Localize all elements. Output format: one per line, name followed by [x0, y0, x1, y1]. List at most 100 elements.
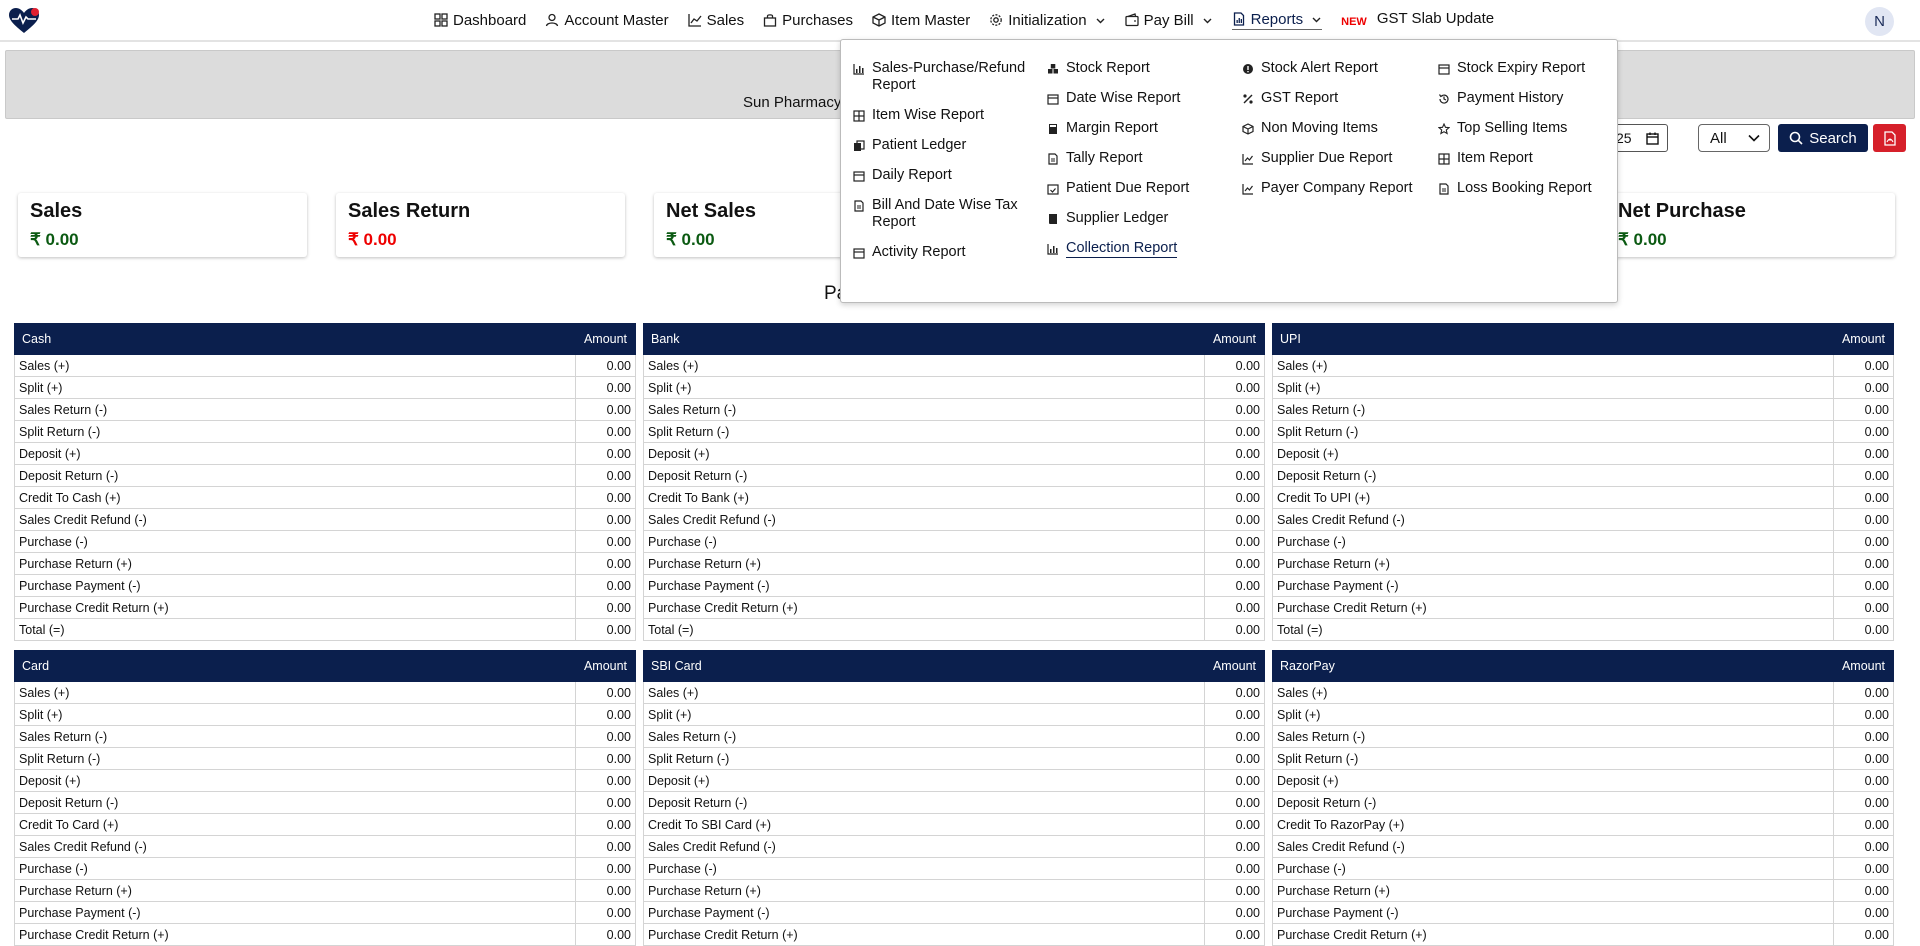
menu-item-payment-history[interactable]: Payment History — [1438, 90, 1618, 107]
row-amount: 0.00 — [1204, 857, 1265, 880]
table-title: RazorPay — [1272, 650, 1834, 682]
menu-item-stock-expiry-report[interactable]: Stock Expiry Report — [1438, 60, 1618, 77]
table-row: Split (+) 0.00 — [1272, 376, 1894, 399]
row-amount: 0.00 — [575, 596, 636, 619]
nav-dashboard[interactable]: Dashboard — [434, 12, 526, 29]
nav-initialization[interactable]: Initialization — [989, 12, 1105, 29]
nav-account-master[interactable]: Account Master — [545, 12, 669, 29]
row-label: Deposit (+) — [14, 769, 576, 792]
row-amount: 0.00 — [1204, 596, 1265, 619]
row-amount: 0.00 — [1204, 530, 1265, 553]
menu-item-bill-and-date-wise-tax-report[interactable]: Bill And Date Wise Tax Report — [853, 197, 1033, 231]
nav-reports[interactable]: Reports — [1231, 11, 1323, 30]
menu-item-gst-report[interactable]: GST Report — [1242, 90, 1422, 107]
top-navbar: Dashboard Account Master Sales Purchases… — [0, 0, 1920, 42]
file-icon — [854, 200, 864, 212]
book-icon — [1049, 214, 1057, 224]
pdf-export-button[interactable] — [1873, 124, 1906, 152]
menu-item-item-wise-report[interactable]: Item Wise Report — [853, 107, 1033, 124]
menu-item-stock-alert-report[interactable]: Stock Alert Report — [1242, 60, 1422, 77]
row-amount: 0.00 — [575, 725, 636, 748]
menu-item-activity-report[interactable]: Activity Report — [853, 244, 1033, 261]
nav-label: Sales — [706, 11, 745, 29]
menu-item-label: Patient Ledger — [872, 137, 967, 153]
row-amount: 0.00 — [1204, 376, 1265, 399]
nav-purchases[interactable]: Purchases — [763, 12, 853, 29]
row-amount: 0.00 — [1204, 442, 1265, 465]
menu-item-loss-booking-report[interactable]: Loss Booking Report — [1438, 180, 1618, 197]
menu-item-patient-due-report[interactable]: Patient Due Report — [1047, 180, 1227, 197]
calendar-icon — [853, 248, 865, 259]
bar-chart-icon — [1047, 244, 1058, 255]
table-row: Sales Return (-) 0.00 — [643, 398, 1265, 421]
row-label: Sales (+) — [643, 354, 1205, 377]
menu-item-non-moving-items[interactable]: Non Moving Items — [1242, 120, 1422, 137]
menu-item-stock-report[interactable]: Stock Report — [1047, 60, 1227, 77]
table-row: Purchase Return (+) 0.00 — [643, 879, 1265, 902]
menu-item-item-report[interactable]: Item Report — [1438, 150, 1618, 167]
row-label: Purchase (-) — [14, 857, 576, 880]
table-row: Purchase Payment (-) 0.00 — [643, 574, 1265, 597]
filter-select[interactable]: All — [1698, 124, 1770, 152]
sales-card: Sales ₹ 0.00 — [18, 193, 307, 257]
row-label: Credit To Cash (+) — [14, 486, 576, 509]
table-row: Purchase Payment (-) 0.00 — [14, 901, 636, 924]
table-row: Sales (+) 0.00 — [643, 354, 1265, 377]
menu-item-label: Top Selling Items — [1457, 120, 1568, 136]
row-amount: 0.00 — [1833, 813, 1894, 836]
row-label: Purchase Payment (-) — [1272, 901, 1834, 924]
menu-item-date-wise-report[interactable]: Date Wise Report — [1047, 90, 1227, 107]
row-amount: 0.00 — [575, 398, 636, 421]
calendar-icon — [1047, 94, 1059, 105]
row-label: Deposit Return (-) — [14, 791, 576, 814]
menu-item-supplier-due-report[interactable]: Supplier Due Report — [1242, 150, 1422, 167]
row-label: Sales Return (-) — [14, 398, 576, 421]
table-row: Sales Credit Refund (-) 0.00 — [643, 508, 1265, 531]
table-header-row: UPI Amount — [1272, 323, 1894, 355]
search-button[interactable]: Search — [1778, 124, 1868, 152]
star-icon — [1438, 123, 1450, 135]
chevron-down-icon — [1748, 134, 1760, 142]
menu-item-collection-report[interactable]: Collection Report — [1047, 240, 1227, 258]
menu-item-tally-report[interactable]: Tally Report — [1047, 150, 1227, 167]
new-badge: NEW — [1341, 15, 1367, 28]
row-label: Deposit Return (-) — [643, 791, 1205, 814]
row-amount: 0.00 — [1204, 486, 1265, 509]
menu-item-label: Activity Report — [872, 244, 966, 260]
reports-menu-column: Stock Report Date Wise Report Margin Repor… — [1047, 60, 1227, 271]
menu-item-payer-company-report[interactable]: Payer Company Report — [1242, 180, 1422, 197]
row-amount: 0.00 — [1833, 530, 1894, 553]
menu-item-label: Supplier Ledger — [1066, 210, 1169, 226]
row-label: Purchase Return (+) — [643, 879, 1205, 902]
menu-item-supplier-ledger[interactable]: Supplier Ledger — [1047, 210, 1227, 227]
card-title: Sales — [30, 200, 83, 222]
nav-sales[interactable]: Sales — [687, 11, 745, 29]
calendar-icon[interactable] — [1646, 132, 1659, 145]
nav-item-master[interactable]: Item Master — [872, 12, 970, 29]
row-label: Purchase Credit Return (+) — [14, 923, 576, 946]
nav-pay-bill[interactable]: Pay Bill — [1124, 12, 1213, 29]
table-row: Purchase Return (+) 0.00 — [14, 879, 636, 902]
user-avatar[interactable]: N — [1865, 7, 1894, 36]
row-amount: 0.00 — [1204, 464, 1265, 487]
gst-slab-update-link[interactable]: GST Slab Update — [1377, 10, 1494, 27]
card-table: Card Amount Sales (+) 0.00 Split (+) 0.00 Sale… — [14, 650, 636, 946]
menu-item-label: Payer Company Report — [1261, 180, 1413, 196]
table-row: Sales Credit Refund (-) 0.00 — [1272, 835, 1894, 858]
table-header-row: Cash Amount — [14, 323, 636, 355]
menu-item-daily-report[interactable]: Daily Report — [853, 167, 1033, 184]
row-amount: 0.00 — [1833, 725, 1894, 748]
menu-item-patient-ledger[interactable]: Patient Ledger — [853, 137, 1033, 154]
row-label: Purchase Return (+) — [643, 552, 1205, 575]
menu-item-margin-report[interactable]: Margin Report — [1047, 120, 1227, 137]
menu-item-label: Bill And Date Wise Tax Report — [872, 197, 1018, 230]
menu-item-sales-purchase-refund-report[interactable]: Sales-Purchase/Refund Report — [853, 60, 1033, 94]
table-row: Purchase Payment (-) 0.00 — [1272, 901, 1894, 924]
table-row: Split Return (-) 0.00 — [1272, 747, 1894, 770]
row-label: Split Return (-) — [14, 420, 576, 443]
menu-item-top-selling-items[interactable]: Top Selling Items — [1438, 120, 1618, 137]
table-row: Split Return (-) 0.00 — [14, 747, 636, 770]
row-amount: 0.00 — [575, 703, 636, 726]
row-amount: 0.00 — [1833, 596, 1894, 619]
heart-logo-icon[interactable] — [8, 7, 40, 35]
